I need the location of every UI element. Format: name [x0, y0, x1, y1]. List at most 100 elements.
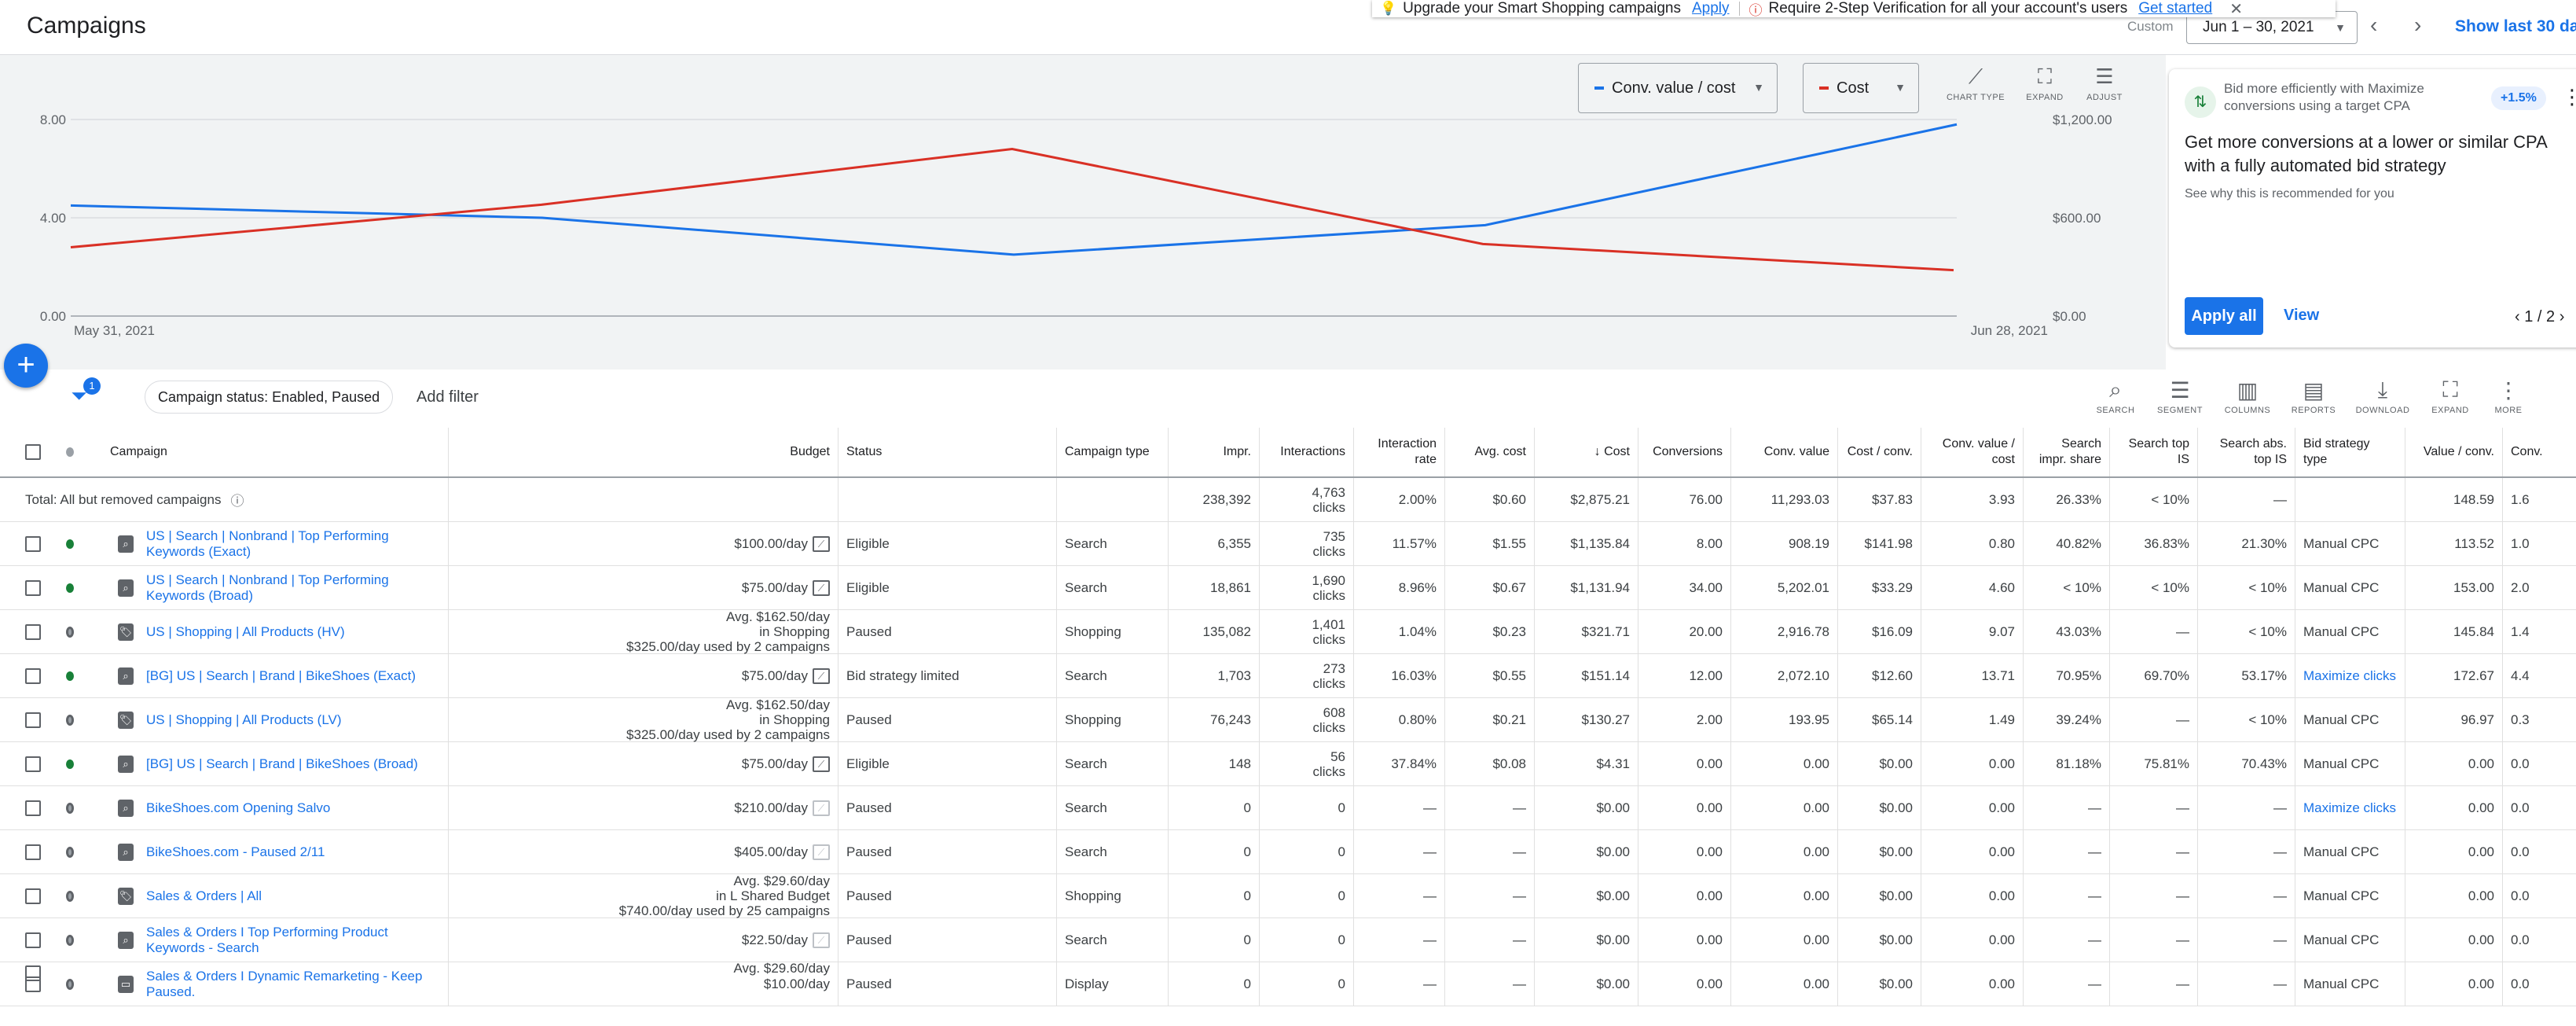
header-campaign[interactable]: Campaign	[102, 428, 448, 476]
status-dot-icon[interactable]	[66, 934, 74, 946]
status-dot-icon[interactable]	[66, 583, 74, 593]
row-checkbox[interactable]	[25, 623, 41, 640]
close-icon[interactable]: ✕	[2229, 0, 2243, 18]
select-all-checkbox[interactable]	[25, 444, 41, 460]
header-search-impr-share[interactable]: Search impr. share	[2023, 428, 2109, 476]
status-dot-icon[interactable]	[66, 759, 74, 769]
recommendation-why-link[interactable]: See why this is recommended for you	[2185, 187, 2394, 201]
header-search-top-is[interactable]: Search top IS	[2109, 428, 2197, 476]
view-button[interactable]: View	[2284, 307, 2319, 325]
campaign-link[interactable]: BikeShoes.com - Paused 2/11	[146, 844, 325, 860]
show-last-30-days-link[interactable]: Show last 30 days	[2455, 17, 2576, 36]
budget-trend-icon[interactable]: ⟋	[813, 579, 830, 596]
budget-trend-icon[interactable]: ⟋	[813, 800, 830, 816]
status-header-cell	[58, 428, 82, 476]
add-filter-button[interactable]: Add filter	[416, 388, 479, 406]
campaign-link[interactable]: US | Search | Nonbrand | Top Performing …	[146, 528, 440, 560]
chevron-right-icon[interactable]: ›	[2559, 308, 2565, 325]
chevron-left-icon[interactable]: ‹	[2515, 308, 2520, 325]
campaign-link[interactable]: [BG] US | Search | Brand | BikeShoes (Br…	[146, 756, 418, 772]
row-checkbox[interactable]	[25, 932, 41, 948]
campaign-link[interactable]: [BG] US | Search | Brand | BikeShoes (Ex…	[146, 668, 416, 684]
table-download-button[interactable]: ⤓ DOWNLOAD	[2350, 377, 2416, 415]
header-bid-strategy-type[interactable]: Bid strategy type	[2295, 428, 2405, 476]
apply-all-button[interactable]: Apply all	[2185, 297, 2263, 335]
search-campaign-icon: ⌕	[118, 579, 134, 597]
budget-trend-icon[interactable]: ⟋	[813, 667, 830, 684]
row-checkbox[interactable]	[25, 888, 41, 904]
table-row[interactable]: ⌕ BikeShoes.com - Paused 2/11 $405.00/da…	[0, 830, 2576, 874]
header-value-conv[interactable]: Value / conv.	[2405, 428, 2502, 476]
header-conv-value[interactable]: Conv. value	[1730, 428, 1837, 476]
notice-get-started-link[interactable]: Get started	[2138, 0, 2212, 17]
more-vert-icon[interactable]: ⋮	[2562, 85, 2576, 109]
row-checkbox[interactable]	[25, 844, 41, 860]
status-dot-icon[interactable]	[66, 714, 74, 726]
table-segment-button[interactable]: ☰ SEGMENT	[2147, 377, 2213, 415]
notice-apply-link[interactable]: Apply	[1692, 0, 1730, 17]
table-row[interactable]: ⌕ US | Search | Nonbrand | Top Performin…	[0, 566, 2576, 610]
budget-trend-icon[interactable]: ⟋	[813, 535, 830, 552]
header-conv-value-cost[interactable]: Conv. value / cost	[1921, 428, 2023, 476]
status-dot-icon[interactable]	[66, 890, 74, 902]
header-avg-cost[interactable]: Avg. cost	[1444, 428, 1534, 476]
header-budget[interactable]: Budget	[448, 428, 838, 476]
campaign-status-filter-chip[interactable]: Campaign status: Enabled, Paused	[145, 381, 394, 414]
conv-rate-cell: 0.3	[2502, 698, 2576, 741]
table-row[interactable]: ⌕ [BG] US | Search | Brand | BikeShoes (…	[0, 742, 2576, 786]
campaign-link[interactable]: US | Search | Nonbrand | Top Performing …	[146, 572, 440, 604]
header-status[interactable]: Status	[838, 428, 1056, 476]
table-row[interactable]: ⌕ [BG] US | Search | Brand | BikeShoes (…	[0, 654, 2576, 698]
chevron-right-icon[interactable]: ›	[2414, 13, 2421, 38]
header-interaction-rate[interactable]: Interaction rate	[1353, 428, 1444, 476]
conv-value-cost-cell: 13.71	[1921, 654, 2023, 697]
table-reports-button[interactable]: ▤ REPORTS	[2281, 377, 2347, 415]
header-campaign-type[interactable]: Campaign type	[1056, 428, 1168, 476]
bid-strategy-value[interactable]: Maximize clicks	[2303, 668, 2396, 684]
table-expand-button[interactable]: ⛶ EXPAND	[2417, 377, 2483, 415]
campaign-link[interactable]: US | Shopping | All Products (HV)	[146, 624, 345, 640]
header-cost-conv[interactable]: Cost / conv.	[1837, 428, 1921, 476]
status-dot-icon[interactable]	[66, 626, 74, 638]
budget-trend-icon[interactable]: ⟋	[813, 932, 830, 948]
table-row[interactable]: ⌕ US | Search | Nonbrand | Top Performin…	[0, 522, 2576, 566]
table-row[interactable]: 🏷 US | Shopping | All Products (HV) Avg.…	[0, 609, 2576, 654]
table-row[interactable]: 🏷 Sales & Orders | All Avg. $29.60/day in…	[0, 873, 2576, 918]
row-checkbox[interactable]	[25, 579, 41, 596]
table-row[interactable]: ⌕ BikeShoes.com Opening Salvo $210.00/da…	[0, 786, 2576, 830]
header-conversions[interactable]: Conversions	[1638, 428, 1730, 476]
campaign-link[interactable]: BikeShoes.com Opening Salvo	[146, 800, 330, 816]
status-dot-icon[interactable]	[66, 539, 74, 549]
status-dot-icon[interactable]	[66, 671, 74, 681]
row-checkbox[interactable]	[25, 667, 41, 684]
table-columns-button[interactable]: ▥ COLUMNS	[2215, 377, 2281, 415]
bid-strategy-value[interactable]: Maximize clicks	[2303, 800, 2396, 816]
status-dot-icon[interactable]	[66, 802, 74, 814]
campaign-link[interactable]: Sales & Orders | All	[146, 888, 262, 904]
header-interactions[interactable]: Interactions	[1259, 428, 1353, 476]
header-search-abs-top-is[interactable]: Search abs. top IS	[2197, 428, 2295, 476]
row-status-cell	[58, 522, 82, 565]
row-checkbox[interactable]	[25, 800, 41, 816]
chevron-left-icon[interactable]: ‹	[2370, 13, 2377, 38]
table-row[interactable]: ⌕ Sales & Orders I Top Performing Produc…	[0, 918, 2576, 962]
table-search-button[interactable]: ⌕ SEARCH	[2082, 377, 2149, 415]
row-checkbox[interactable]	[25, 756, 41, 772]
campaign-type-cell: Search	[1056, 654, 1168, 697]
header-cost[interactable]: ↓ Cost	[1534, 428, 1638, 476]
create-button[interactable]: +	[4, 344, 48, 388]
help-icon[interactable]: ⓘ	[230, 490, 244, 509]
row-checkbox[interactable]	[25, 712, 41, 728]
status-dot-icon[interactable]	[66, 846, 74, 858]
budget-trend-icon[interactable]: ⟋	[813, 756, 830, 772]
table-row[interactable]: 🏷 US | Shopping | All Products (LV) Avg.…	[0, 697, 2576, 742]
row-checkbox[interactable]	[25, 535, 41, 552]
row-checkbox[interactable]	[25, 965, 41, 981]
campaign-link[interactable]: US | Shopping | All Products (LV)	[146, 712, 342, 728]
budget-trend-icon[interactable]: ⟋	[813, 844, 830, 860]
table-more-button[interactable]: ⋮ MORE	[2475, 377, 2541, 415]
cost-conv-cell: $12.60	[1837, 654, 1921, 697]
header-impr[interactable]: Impr.	[1168, 428, 1259, 476]
campaign-link[interactable]: Sales & Orders I Top Performing Product …	[146, 925, 440, 956]
header-conv-rate[interactable]: Conv.	[2502, 428, 2576, 476]
